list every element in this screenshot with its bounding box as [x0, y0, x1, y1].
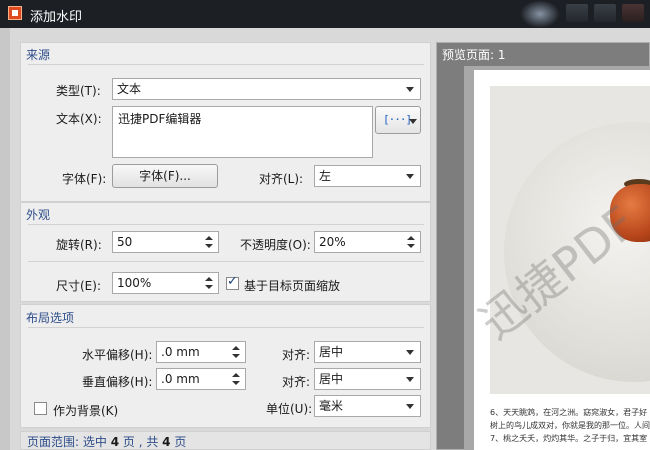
v-offset-value: .0 mm: [161, 372, 200, 386]
unit-label: 单位(U):: [266, 402, 313, 416]
opacity-input[interactable]: 20%: [314, 231, 421, 253]
app-icon: [8, 6, 22, 20]
type-select[interactable]: 文本: [112, 78, 421, 100]
chevron-down-icon: [406, 350, 414, 355]
type-label: 类型(T):: [56, 84, 101, 98]
rotation-label: 旋转(R):: [56, 238, 102, 252]
page-range-bar: 页面范围: 选中 4 页 , 共 4 页: [20, 431, 431, 450]
appearance-inner-divider: [28, 261, 424, 262]
h-offset-input[interactable]: .0 mm: [156, 341, 246, 363]
rotation-value: 50: [117, 235, 133, 249]
size-label: 尺寸(E):: [56, 279, 101, 293]
text-label: 文本(X):: [56, 112, 102, 126]
title-bar: 添加水印: [0, 0, 650, 28]
v-align-value: 居中: [319, 372, 344, 386]
source-divider: [28, 64, 424, 65]
unit-value: 毫米: [319, 399, 344, 413]
page-range-total: 4: [162, 435, 171, 449]
opacity-label: 不透明度(O):: [240, 238, 311, 252]
spin-down-icon[interactable]: [407, 244, 415, 248]
align-select-value: 左: [319, 169, 332, 183]
page-range-prefix: 页面范围: 选中: [27, 435, 107, 449]
type-select-value: 文本: [117, 82, 142, 96]
close-button[interactable]: [622, 4, 644, 22]
layout-section-title: 布局选项: [26, 311, 75, 325]
spin-down-icon[interactable]: [205, 244, 213, 248]
watermark-text-input[interactable]: 迅捷PDF编辑器: [112, 106, 373, 158]
h-align-value: 居中: [319, 345, 344, 359]
chevron-down-icon: [406, 377, 414, 382]
preview-page: 6、天天眺鸩，在河之洲。窈窕淑女，君子好 树上的鸟儿成双对，你就是我的那一位。人…: [474, 70, 650, 450]
page-range-suffix: 页: [174, 435, 187, 449]
window-title: 添加水印: [30, 10, 83, 25]
page-text-block: 6、天天眺鸩，在河之洲。窈窕淑女，君子好 树上的鸟儿成双对，你就是我的那一位。人…: [490, 406, 650, 445]
v-offset-input[interactable]: .0 mm: [156, 368, 246, 390]
spin-up-icon[interactable]: [205, 277, 213, 281]
page-text-line: 6、天天眺鸩，在河之洲。窈窕淑女，君子好: [490, 408, 648, 417]
h-align-select[interactable]: 居中: [314, 341, 421, 363]
v-align-label: 对齐:: [282, 375, 311, 389]
title-bar-glare: [520, 0, 560, 28]
h-offset-label: 水平偏移(H):: [82, 348, 153, 362]
align-label: 对齐(L):: [259, 172, 304, 186]
as-background-checkbox[interactable]: [34, 402, 47, 415]
scale-to-page-checkbox[interactable]: [226, 274, 239, 290]
page-text-line: 树上的鸟儿成双对，你就是我的那一位。人间: [490, 421, 650, 430]
as-background-label: 作为背景(K): [53, 404, 119, 418]
v-align-select[interactable]: 居中: [314, 368, 421, 390]
h-offset-value: .0 mm: [161, 345, 200, 359]
v-offset-label: 垂直偏移(H):: [82, 375, 153, 389]
maximize-button[interactable]: [594, 4, 616, 22]
preview-title: 预览页面: 1: [442, 48, 506, 62]
appearance-divider: [28, 224, 424, 225]
size-input[interactable]: 100%: [112, 272, 219, 294]
chevron-down-icon: [409, 119, 417, 124]
page-range-text: 页面范围: 选中 4 页 , 共 4 页: [27, 433, 186, 450]
font-button[interactable]: 字体(F)...: [112, 164, 218, 188]
rotation-input[interactable]: 50: [112, 231, 219, 253]
page-range-middle: 页 , 共: [122, 435, 159, 449]
spin-down-icon[interactable]: [232, 381, 240, 385]
spin-down-icon[interactable]: [232, 354, 240, 358]
scale-to-page-label: 基于目标页面缩放: [244, 279, 341, 293]
opacity-value: 20%: [319, 235, 346, 249]
chevron-down-icon: [406, 174, 414, 179]
size-value: 100%: [117, 276, 152, 290]
minimize-button[interactable]: [566, 4, 588, 22]
appearance-section-title: 外观: [26, 208, 51, 222]
unit-select[interactable]: 毫米: [314, 395, 421, 417]
h-align-label: 对齐:: [282, 348, 311, 362]
layout-divider: [28, 327, 424, 328]
spin-down-icon[interactable]: [205, 285, 213, 289]
insert-variable-button[interactable]: [···]: [375, 106, 421, 134]
chevron-down-icon: [406, 87, 414, 92]
page-text-line: 7、桃之夭夭，灼灼其华。之子于归，宜其室: [490, 434, 648, 443]
font-label: 字体(F):: [62, 172, 107, 186]
spin-up-icon[interactable]: [205, 236, 213, 240]
page-range-selected: 4: [110, 435, 120, 449]
dialog-left-border: [0, 28, 10, 450]
spin-up-icon[interactable]: [232, 346, 240, 350]
spin-up-icon[interactable]: [407, 236, 415, 240]
source-section-title: 来源: [26, 48, 51, 62]
spin-up-icon[interactable]: [232, 373, 240, 377]
align-select[interactable]: 左: [314, 165, 421, 187]
chevron-down-icon: [406, 404, 414, 409]
insert-field-icon: [···]: [383, 113, 412, 126]
